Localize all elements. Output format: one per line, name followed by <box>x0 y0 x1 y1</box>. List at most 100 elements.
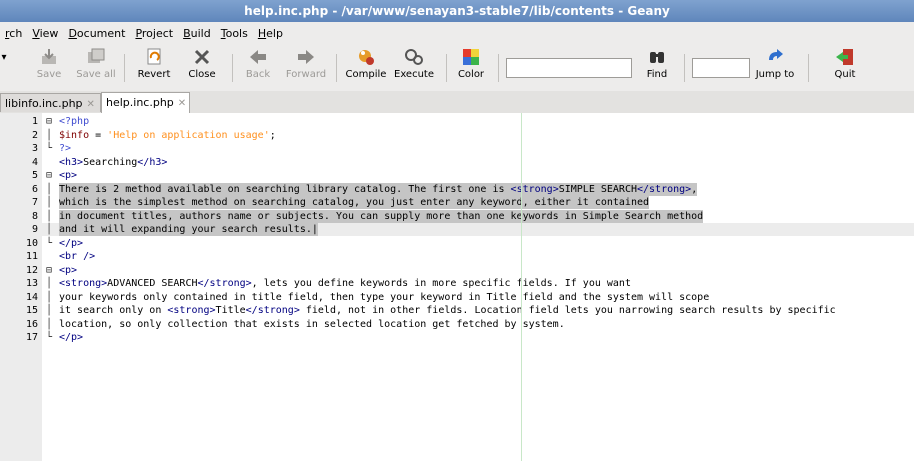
menu-help[interactable]: Help <box>253 27 288 40</box>
color-label: Color <box>457 69 485 80</box>
code-line[interactable]: 16 │ location, so only collection that exi… <box>0 318 914 331</box>
fold-marker[interactable]: ⊟ <box>46 264 56 277</box>
menu-build[interactable]: Build <box>178 27 216 40</box>
code-text: <strong>ADVANCED SEARCH</strong>, lets y… <box>59 278 631 289</box>
code-text: </p> <box>59 332 84 343</box>
code-text: $info = 'Help on application usage'; <box>59 129 276 141</box>
back-label: Back <box>245 69 271 80</box>
close-button[interactable]: Close <box>184 47 220 87</box>
toolbar-separator <box>446 54 447 82</box>
fold-marker: └ <box>46 332 53 343</box>
line-number: 8 <box>31 210 38 222</box>
code-line[interactable]: 15 │ it search only on <strong>Title</stro… <box>0 304 914 317</box>
code-line[interactable]: 12 ⊟ <p> <box>0 264 914 277</box>
jump-to-line-input[interactable] <box>692 58 750 78</box>
save-all-button[interactable]: Save all <box>74 47 118 87</box>
code-line[interactable]: 5 ⊟ <p> <box>0 169 914 182</box>
fold-marker[interactable]: ⊟ <box>46 115 56 128</box>
fold-marker: │ <box>46 210 53 222</box>
close-icon[interactable]: ✕ <box>178 98 186 109</box>
menu-tools[interactable]: Tools <box>216 27 253 40</box>
document-tabs: libinfo.inc.php ✕ help.inc.php ✕ <box>0 91 914 114</box>
fold-marker: │ <box>46 183 53 195</box>
code-line[interactable]: 9 │ and it will expanding your search resu… <box>0 223 914 236</box>
code-line[interactable]: 13 │ <strong>ADVANCED SEARCH</strong>, let… <box>0 277 914 290</box>
code-line[interactable]: 14 │ your keywords only contained in title… <box>0 291 914 304</box>
code-line[interactable]: 3 └ ?> <box>0 142 914 155</box>
code-text: your keywords only contained in title fi… <box>59 291 710 303</box>
line-number: 9 <box>31 224 38 235</box>
find-label: Find <box>646 69 668 80</box>
toolbar-separator <box>232 54 233 82</box>
execute-label: Execute <box>394 69 434 80</box>
menu-document[interactable]: Document <box>63 27 130 40</box>
line-number: 15 <box>25 305 38 316</box>
menu-view[interactable]: View <box>27 27 63 40</box>
line-number: 13 <box>25 278 38 289</box>
quit-button[interactable]: Quit <box>830 47 860 87</box>
tab-label: libinfo.inc.php <box>5 97 83 110</box>
code-text: <p> <box>59 170 78 181</box>
code-line[interactable]: 10 └ </p> <box>0 237 914 250</box>
menu-project[interactable]: Project <box>130 27 178 40</box>
code-text: <h3>Searching</h3> <box>59 156 168 168</box>
code-text: and it will expanding your search result… <box>59 223 318 236</box>
jump-to-button[interactable]: Jump to <box>752 47 798 87</box>
code-line[interactable]: 1 ⊟ <?php <box>0 115 914 128</box>
tab-help[interactable]: help.inc.php ✕ <box>101 92 190 113</box>
code-line[interactable]: 8 │ in document titles, authors name or su… <box>0 209 914 223</box>
toolbar: ▾ Save Save all Revert Close Back Forwar… <box>0 44 914 92</box>
binoculars-icon <box>646 47 668 67</box>
fold-marker: └ <box>46 143 53 154</box>
code-line[interactable]: 6 │ There is 2 method available on searchi… <box>0 182 914 196</box>
code-text: </p> <box>59 237 84 249</box>
forward-button[interactable]: Forward <box>282 47 330 87</box>
line-number: 12 <box>25 264 38 276</box>
line-number: 10 <box>25 237 38 249</box>
compile-button[interactable]: Compile <box>342 47 390 87</box>
code-text: <p> <box>59 264 78 276</box>
line-number: 1 <box>31 116 38 127</box>
revert-icon <box>143 47 165 67</box>
code-line[interactable]: 4 <h3>Searching</h3> <box>0 156 914 169</box>
menu-search[interactable]: rch <box>0 27 27 40</box>
line-number: 7 <box>31 197 38 208</box>
color-button[interactable]: Color <box>454 47 488 87</box>
menu-bar: rch View Document Project Build Tools He… <box>0 22 914 44</box>
toolbar-separator <box>124 54 125 82</box>
code-line[interactable]: 7 │ which is the simplest method on search… <box>0 196 914 209</box>
fold-marker[interactable]: ⊟ <box>46 169 56 182</box>
long-line-marker <box>521 113 522 461</box>
jump-arrow-icon <box>764 47 786 67</box>
line-number: 2 <box>31 129 38 141</box>
save-label: Save <box>36 69 62 80</box>
code-line[interactable]: 11 <br /> <box>0 250 914 263</box>
search-input[interactable] <box>506 58 632 78</box>
line-number: 5 <box>31 170 38 181</box>
code-text: location, so only collection that exists… <box>59 318 565 330</box>
execute-button[interactable]: Execute <box>392 47 436 87</box>
tab-libinfo[interactable]: libinfo.inc.php ✕ <box>0 93 101 112</box>
fold-marker: │ <box>46 318 53 330</box>
close-icon <box>191 47 213 67</box>
back-button[interactable]: Back <box>240 47 276 87</box>
code-line[interactable]: 17 └ </p> <box>0 331 914 344</box>
code-line[interactable]: 2 │ $info = 'Help on application usage'; <box>0 129 914 142</box>
code-editor[interactable]: 1 ⊟ <?php 2 │ $info = 'Help on application us… <box>0 113 914 461</box>
tab-label: help.inc.php <box>106 96 174 109</box>
arrow-right-icon <box>295 47 317 67</box>
code-text: it search only on <strong>Title</strong>… <box>59 305 836 316</box>
save-button[interactable]: Save <box>32 47 66 87</box>
fold-marker: │ <box>46 291 53 303</box>
quit-icon <box>834 47 856 67</box>
code-text: ?> <box>59 143 72 154</box>
close-icon[interactable]: ✕ <box>87 99 95 110</box>
revert-button[interactable]: Revert <box>134 47 174 87</box>
toolbar-overflow-arrow[interactable]: ▾ <box>0 47 8 87</box>
fold-marker: │ <box>46 278 53 289</box>
save-all-label: Save all <box>76 69 116 80</box>
save-all-icon <box>85 47 107 67</box>
toolbar-separator <box>808 54 809 82</box>
fold-marker: │ <box>46 305 53 316</box>
find-button[interactable]: Find <box>642 47 672 87</box>
